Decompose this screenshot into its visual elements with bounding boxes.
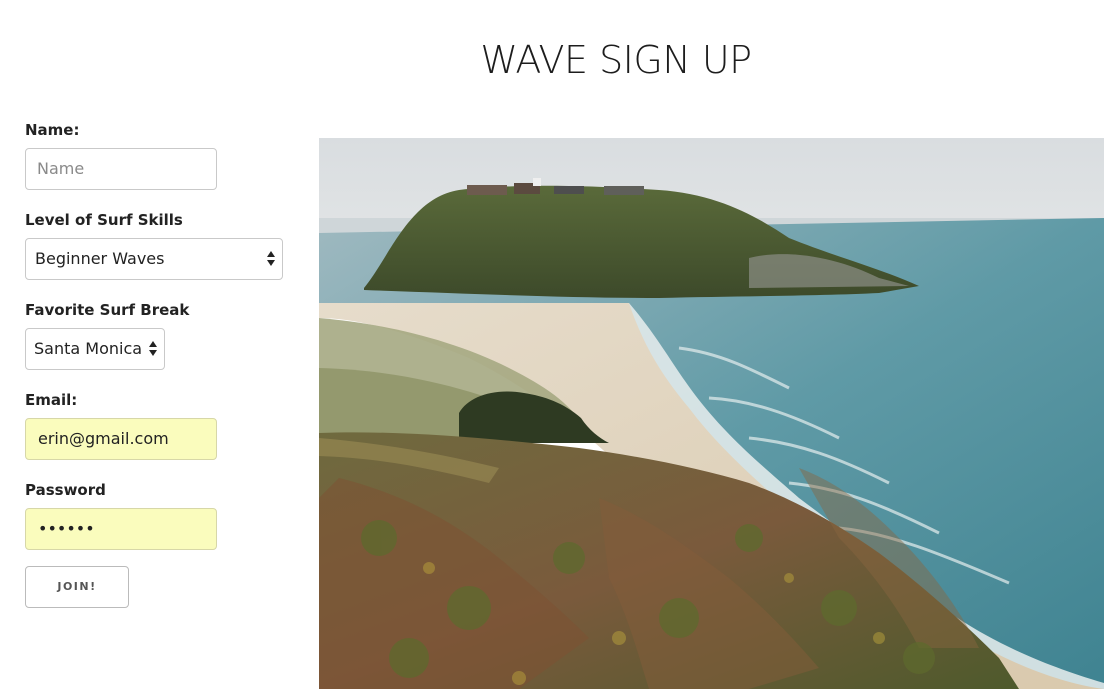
password-input[interactable]: •••••• [25, 508, 217, 550]
surf-break-select-value: Santa Monica [34, 339, 143, 358]
email-label: Email: [25, 391, 78, 409]
skill-label: Level of Surf Skills [25, 211, 183, 229]
email-input-value: erin@gmail.com [38, 429, 169, 448]
surf-break-select[interactable]: Santa Monica [25, 328, 165, 370]
skill-select-value: Beginner Waves [35, 249, 165, 268]
join-button[interactable]: JOIN! [25, 566, 129, 608]
name-input[interactable]: Name [25, 148, 217, 190]
password-label: Password [25, 481, 106, 499]
select-arrows-icon [149, 341, 158, 357]
email-input[interactable]: erin@gmail.com [25, 418, 217, 460]
coastline-illustration [319, 138, 1104, 689]
select-arrows-icon [267, 251, 276, 267]
password-input-value: •••••• [38, 519, 95, 538]
coastline-photo [319, 138, 1104, 689]
sign-up-page: WAVE SIGN UP Name: Name Level of Surf Sk… [0, 0, 1104, 700]
name-input-placeholder: Name [37, 159, 85, 178]
page-title: WAVE SIGN UP [480, 38, 752, 82]
name-label: Name: [25, 121, 80, 139]
sign-up-form: Name: Name Level of Surf Skills Beginner… [25, 120, 295, 608]
surf-break-label: Favorite Surf Break [25, 301, 190, 319]
skill-select[interactable]: Beginner Waves [25, 238, 283, 280]
